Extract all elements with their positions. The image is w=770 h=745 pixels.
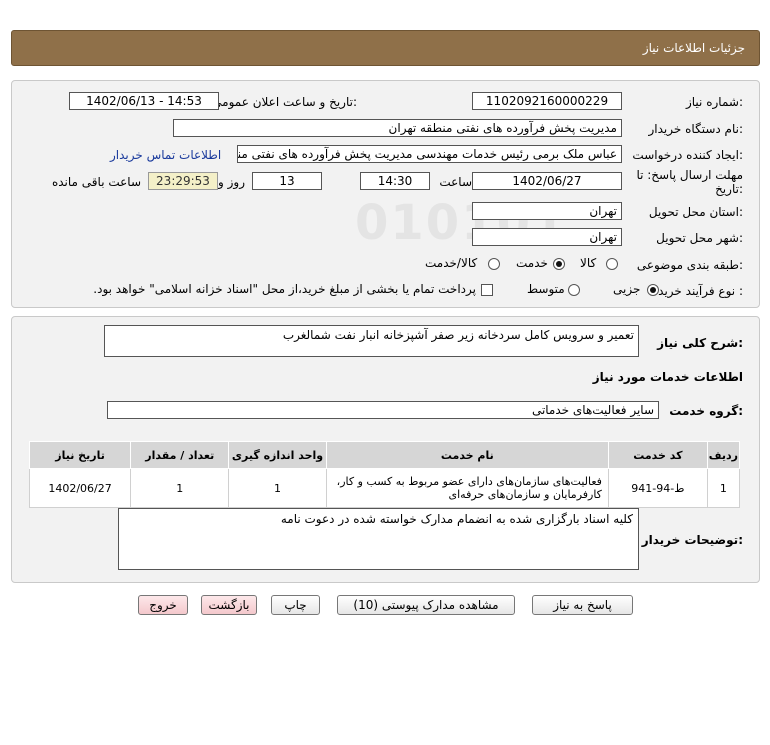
deadline-label-2: تاریخ:: [715, 182, 743, 196]
view-attachments-button[interactable]: مشاهده مدارک پیوستی (10): [337, 595, 515, 615]
process-option-medium: متوسط: [527, 282, 565, 296]
remaining-time-field: 23:29:53: [148, 172, 218, 190]
service-group-label: گروه خدمت:: [669, 404, 743, 418]
cell-need-date: 1402/06/27: [28, 468, 132, 508]
need-number-field: 1102092160000229: [472, 92, 622, 110]
deadline-time-label: ساعت: [439, 175, 472, 189]
col-service-name: نام خدمت: [325, 441, 609, 469]
print-button[interactable]: چاپ: [271, 595, 320, 615]
buyer-org-label: نام دستگاه خریدار:: [648, 122, 744, 136]
service-group-field: سایر فعالیت‌های خدماتی: [107, 401, 659, 419]
treasury-payment-note: پرداخت تمام یا بخشی از مبلغ خرید،از محل …: [93, 282, 476, 296]
remaining-time-label: ساعت باقی مانده: [51, 175, 141, 189]
summary-field: تعمیر و سرویس کامل سردخانه زیر صفر آشپزخ…: [104, 325, 639, 357]
city-field: تهران: [472, 228, 622, 246]
page-header: جزئیات اطلاعات نیاز: [11, 30, 760, 66]
creator-label: ایجاد کننده درخواست:: [632, 148, 743, 162]
city-label: شهر محل تحویل:: [656, 231, 743, 245]
deadline-time-field: 14:30: [360, 172, 430, 190]
need-info-panel: [11, 80, 760, 308]
services-table: ردیف کد خدمت نام خدمت واحد اندازه گیری ت…: [28, 441, 741, 508]
category-label: طبقه بندی موضوعی:: [636, 258, 743, 272]
category-radio-goods[interactable]: [606, 258, 618, 270]
col-unit: واحد اندازه گیری: [228, 441, 327, 469]
page-title: جزئیات اطلاعات نیاز: [642, 41, 745, 55]
cell-service-name: فعالیت‌های سازمان‌های دارای عضو مربوط به…: [325, 468, 609, 508]
province-field: تهران: [472, 202, 622, 220]
table-header-row: ردیف کد خدمت نام خدمت واحد اندازه گیری ت…: [28, 441, 741, 469]
buyer-contact-link[interactable]: اطلاعات تماس خریدار: [110, 148, 221, 162]
col-need-date: تاریخ نیاز: [28, 441, 132, 469]
cell-quantity: 1: [130, 468, 230, 508]
days-remaining-field: 13: [252, 172, 322, 190]
process-radio-medium[interactable]: [568, 284, 580, 296]
exit-button[interactable]: خروج: [138, 595, 188, 615]
process-type-label: نوع فرآیند خرید :: [658, 284, 743, 298]
col-row: ردیف: [706, 441, 741, 469]
category-option-goods-service: کالا/خدمت: [425, 256, 478, 270]
need-number-label: شماره نیاز:: [685, 95, 743, 109]
category-option-goods: کالا: [580, 256, 597, 270]
buyer-notes-label: توضیحات خریدار:: [641, 533, 743, 547]
province-label: استان محل تحویل:: [648, 205, 743, 219]
summary-label: شرح کلی نیاز:: [657, 336, 743, 350]
category-radio-goods-service[interactable]: [488, 258, 500, 270]
col-quantity: تعداد / مقدار: [130, 441, 230, 469]
cell-unit: 1: [228, 468, 327, 508]
category-option-service: خدمت: [516, 256, 548, 270]
creator-field: عباس ملک برمی رئیس خدمات مهندسی مدیریت پ…: [237, 145, 622, 163]
cell-service-code: ط-94-941: [607, 468, 708, 508]
deadline-date-field: 1402/06/27: [472, 172, 622, 190]
days-label: روز و: [218, 175, 245, 189]
treasury-payment-checkbox[interactable]: [481, 284, 493, 296]
category-radio-service[interactable]: [553, 258, 565, 270]
services-section-title: اطلاعات خدمات مورد نیاز: [592, 370, 743, 384]
col-service-code: کد خدمت: [607, 441, 708, 469]
announce-date-label: تاریخ و ساعت اعلان عمومی:: [212, 95, 357, 109]
announce-date-field: 1402/06/13 - 14:53: [69, 92, 219, 110]
cell-row: 1: [706, 468, 741, 508]
process-option-minor: جزیی: [613, 282, 641, 296]
reply-button[interactable]: پاسخ به نیاز: [532, 595, 633, 615]
deadline-label: مهلت ارسال پاسخ: تا: [636, 168, 743, 182]
buyer-notes-field: کلیه اسناد بارگزاری شده به انضمام مدارک …: [118, 508, 639, 570]
buyer-org-field: مدیریت پخش فرآورده های نفتی منطقه تهران: [173, 119, 622, 137]
process-radio-minor[interactable]: [647, 284, 659, 296]
back-button[interactable]: بازگشت: [201, 595, 257, 615]
table-row: 1 ط-94-941 فعالیت‌های سازمان‌های دارای ع…: [28, 468, 741, 508]
